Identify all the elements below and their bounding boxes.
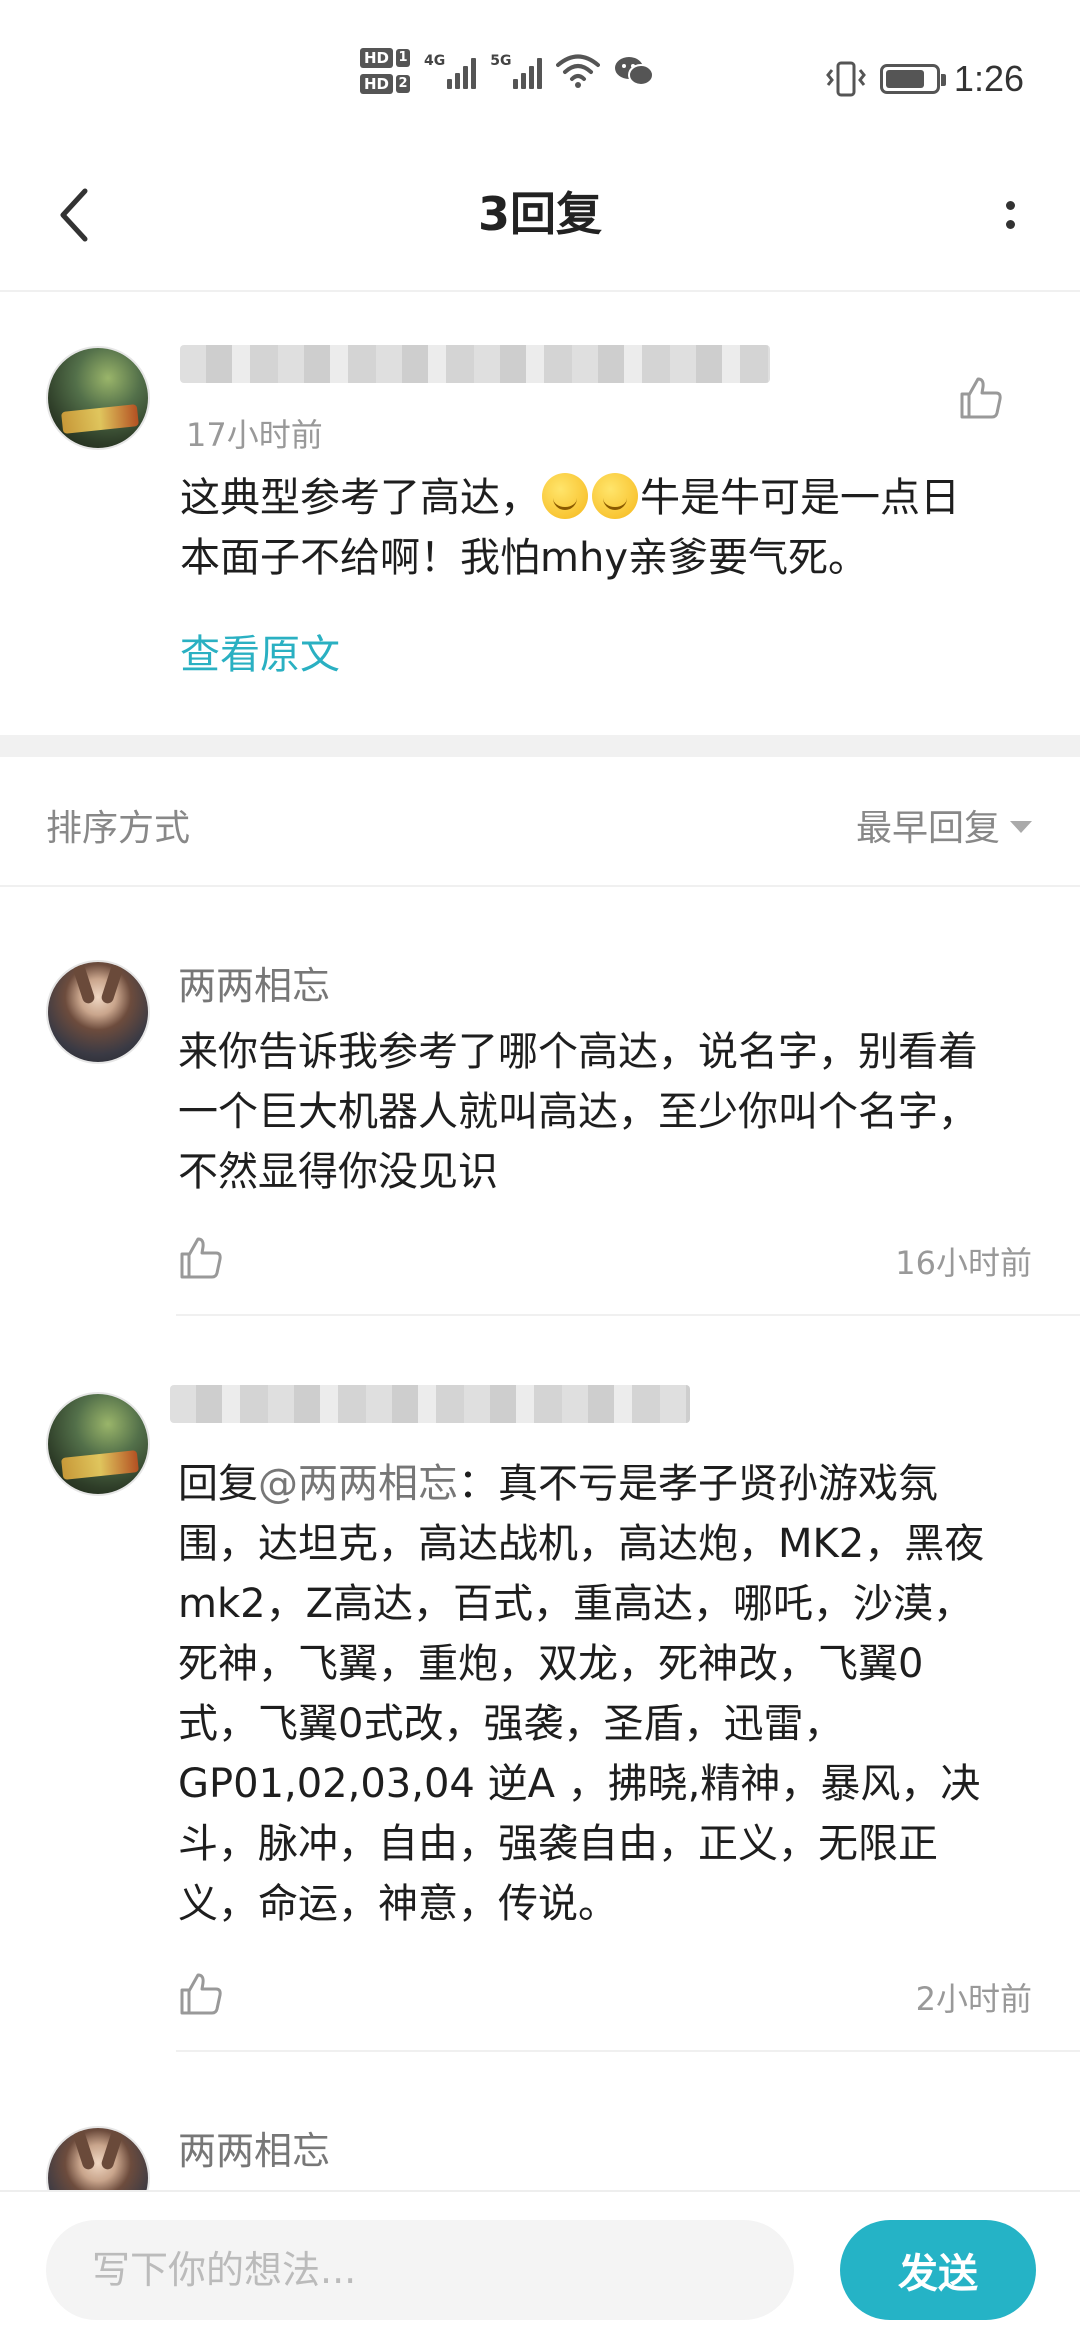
signal-bars: [513, 57, 543, 89]
divider: [176, 1314, 1080, 1316]
hd-number: 1: [396, 49, 411, 67]
reply-text-line: GP01,02,03,04 逆A ，拂晓,精神，暴风，决: [178, 1761, 981, 1807]
reply-text: 回复@两两相忘：真不亏是孝子贤孙游戏氛 围，达坦克，高达战机，高达炮，MK2，黑…: [178, 1454, 1048, 1934]
more-vertical-icon-dot: [1005, 201, 1015, 210]
reply-text-line: 义，命运，神意，传说。: [178, 1881, 618, 1927]
hd-number: 2: [396, 75, 411, 93]
post-text-line: 本面子不给啊！我怕mhy亲爹要气死。: [180, 535, 868, 581]
battery-fill: [885, 70, 925, 88]
blurred-username[interactable]: [170, 1385, 690, 1423]
smile-emoji-icon: [592, 473, 638, 519]
reply-time: 16小时前: [895, 1244, 1032, 1282]
reply-text-line: 斗，脉冲，自由，强袭自由，正义，无限正: [178, 1821, 938, 1867]
reply-text-line: 一个巨大机器人就叫高达，至少你叫个名字，: [178, 1089, 978, 1135]
sort-label: 排序方式: [46, 808, 191, 849]
reply-text-part: ：真不亏是孝子贤孙游戏氛: [458, 1461, 938, 1507]
avatar[interactable]: [46, 346, 150, 450]
reply-text-line: 死神，飞翼，重炮，双龙，死神改，飞翼0: [178, 1641, 924, 1687]
signal-4g-icon: 4G: [424, 53, 477, 89]
status-right: 1:26: [826, 58, 1024, 100]
thumbs-up-icon[interactable]: [176, 1234, 224, 1282]
more-options-button[interactable]: [980, 180, 1040, 250]
hd-indicator-2: HD 2: [360, 74, 411, 94]
sort-dropdown[interactable]: 最早回复: [856, 799, 1032, 851]
thumbs-up-icon[interactable]: [176, 1970, 224, 2018]
wechat-icon: [615, 57, 655, 86]
status-time: 1:26: [953, 58, 1024, 99]
status-left: HD 1 HD 2 4G 5G: [360, 48, 655, 94]
vibrate-icon: [826, 61, 866, 97]
page-title: 3回复: [477, 187, 602, 241]
avatar[interactable]: [46, 960, 150, 1064]
post-time: 17小时前: [186, 416, 323, 454]
reply-prefix: 回复: [178, 1461, 258, 1507]
post-text-part: 牛是牛可是一点日: [640, 475, 960, 521]
status-bar: HD 1 HD 2 4G 5G 1:26: [0, 0, 1080, 150]
post-text-part: 这典型参考了高达，: [180, 475, 540, 521]
post-text: 这典型参考了高达， 牛是牛可是一点日 本面子不给啊！我怕mhy亲爹要气死。: [180, 468, 1040, 588]
wifi-icon: [556, 54, 601, 88]
reply-time: 2小时前: [915, 1980, 1032, 2018]
mention-link[interactable]: @两两相忘: [258, 1461, 458, 1507]
hd-indicator-1: HD 1: [360, 48, 411, 68]
sort-selected-value: 最早回复: [855, 808, 1000, 849]
reply-username[interactable]: 两两相忘: [178, 2120, 330, 2175]
reply-text-line: 来你告诉我参考了哪个高达，说名字，别看着: [178, 1029, 978, 1075]
view-original-link[interactable]: 查看原文: [180, 622, 340, 680]
signal-bars: [447, 57, 477, 89]
blurred-username[interactable]: [180, 345, 770, 383]
smile-emoji-icon: [542, 473, 588, 519]
top-app-bar: 3回复: [0, 150, 1080, 292]
hd-indicators: HD 1 HD 2: [360, 48, 411, 94]
reply-text-line: 不然显得你没见识: [178, 1149, 498, 1195]
section-divider: [0, 735, 1080, 757]
comment-composer: 发送: [0, 2190, 1080, 2340]
network-type-label: 5G: [490, 53, 512, 69]
hd-label: HD: [360, 74, 394, 94]
caret-down-icon: [1010, 821, 1032, 833]
divider: [176, 2050, 1080, 2052]
thumbs-up-icon[interactable]: [956, 374, 1004, 422]
battery-icon: [879, 64, 946, 94]
reply-username[interactable]: 两两相忘: [178, 955, 330, 1010]
reply-text-line: 回复@两两相忘：真不亏是孝子贤孙游戏氛: [178, 1454, 1048, 1514]
network-type-label: 4G: [424, 53, 446, 69]
reply-text-line: 围，达坦克，高达战机，高达炮，MK2，黑夜: [178, 1521, 985, 1567]
reply-text-line: mk2，Z高达，百式，重高达，哪吒，沙漠，: [178, 1581, 973, 1627]
more-vertical-icon-dot: [1005, 220, 1015, 229]
sort-bar: 排序方式 最早回复: [0, 757, 1080, 887]
reply-text: 来你告诉我参考了哪个高达，说名字，别看着 一个巨大机器人就叫高达，至少你叫个名字…: [178, 1022, 1048, 1202]
reply-text-line: 式，飞翼0式改，强袭，圣盾，迅雷，: [178, 1701, 844, 1747]
avatar[interactable]: [46, 1392, 150, 1496]
comment-input[interactable]: [46, 2220, 794, 2320]
hd-label: HD: [360, 48, 394, 68]
send-button[interactable]: 发送: [840, 2220, 1036, 2320]
signal-5g-icon: 5G: [490, 53, 543, 89]
